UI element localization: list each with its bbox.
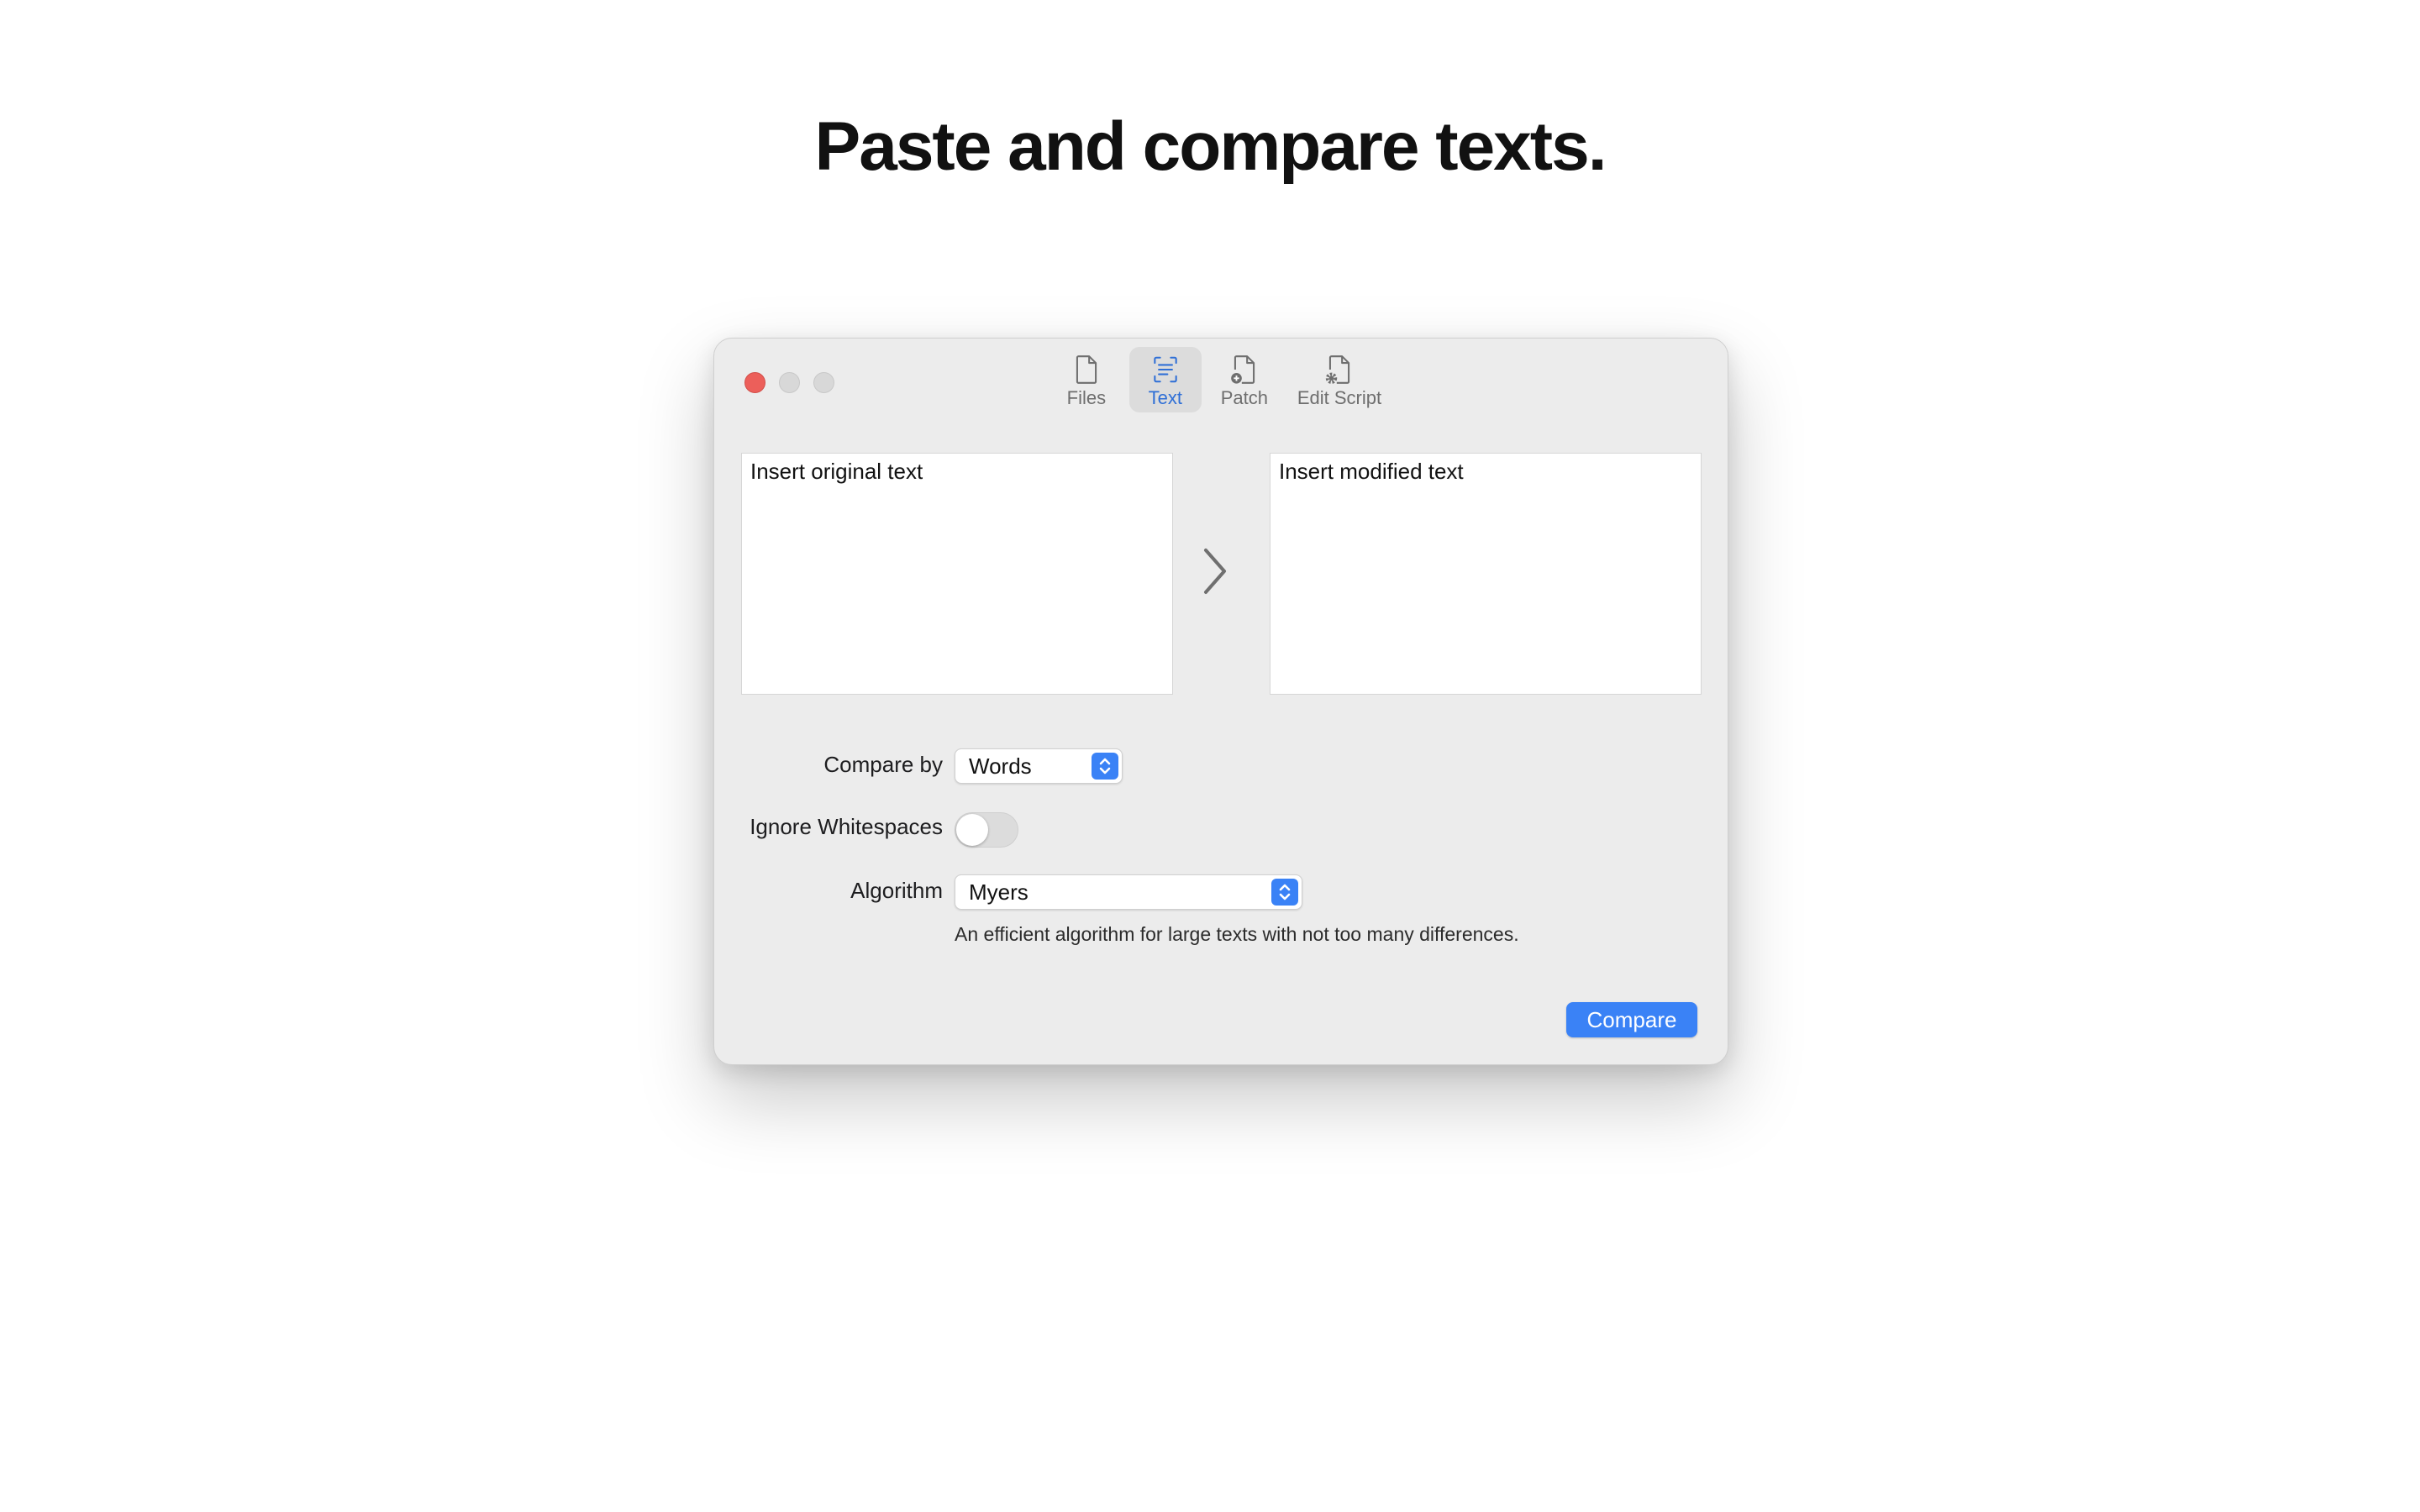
tab-patch-label: Patch [1220,387,1268,408]
original-text-placeholder: Insert original text [750,459,923,484]
compare-by-label: Compare by [823,752,943,777]
file-icon [1076,355,1097,384]
toggle-knob [956,814,988,846]
file-gear-icon [1325,355,1350,385]
compare-by-value: Words [969,753,1032,779]
tab-edit-script-label: Edit Script [1297,387,1382,408]
algorithm-select[interactable]: Myers [955,874,1302,910]
chevron-right-icon [1204,549,1226,594]
modified-text-area[interactable]: Insert modified text [1270,453,1702,695]
algorithm-description: An efficient algorithm for large texts w… [955,923,1519,945]
file-plus-icon [1231,355,1255,384]
tab-text-label: Text [1148,387,1183,408]
tab-text[interactable]: Text [1128,347,1202,412]
modified-text-placeholder: Insert modified text [1279,459,1464,484]
compare-button[interactable]: Compare [1566,1002,1697,1037]
compare-window: Files Text Patch Edit Script Insert orig… [713,338,1728,1065]
tab-files[interactable]: Files [1050,347,1123,412]
ignore-whitespaces-toggle[interactable] [955,812,1018,848]
chevron-up-down-icon [1092,753,1118,780]
original-text-area[interactable]: Insert original text [741,453,1173,695]
mode-toolbar: Files Text Patch Edit Script [714,347,1728,412]
page-title: Paste and compare texts. [814,108,1607,185]
tab-edit-script[interactable]: Edit Script [1287,347,1392,412]
algorithm-value: Myers [969,879,1028,905]
tab-files-label: Files [1066,387,1107,408]
ignore-whitespaces-label: Ignore Whitespaces [750,814,943,839]
text-icon [1154,356,1177,383]
tab-patch[interactable]: Patch [1208,347,1281,412]
compare-by-select[interactable]: Words [955,748,1123,784]
algorithm-label: Algorithm [850,878,943,903]
chevron-up-down-icon [1271,879,1298,906]
